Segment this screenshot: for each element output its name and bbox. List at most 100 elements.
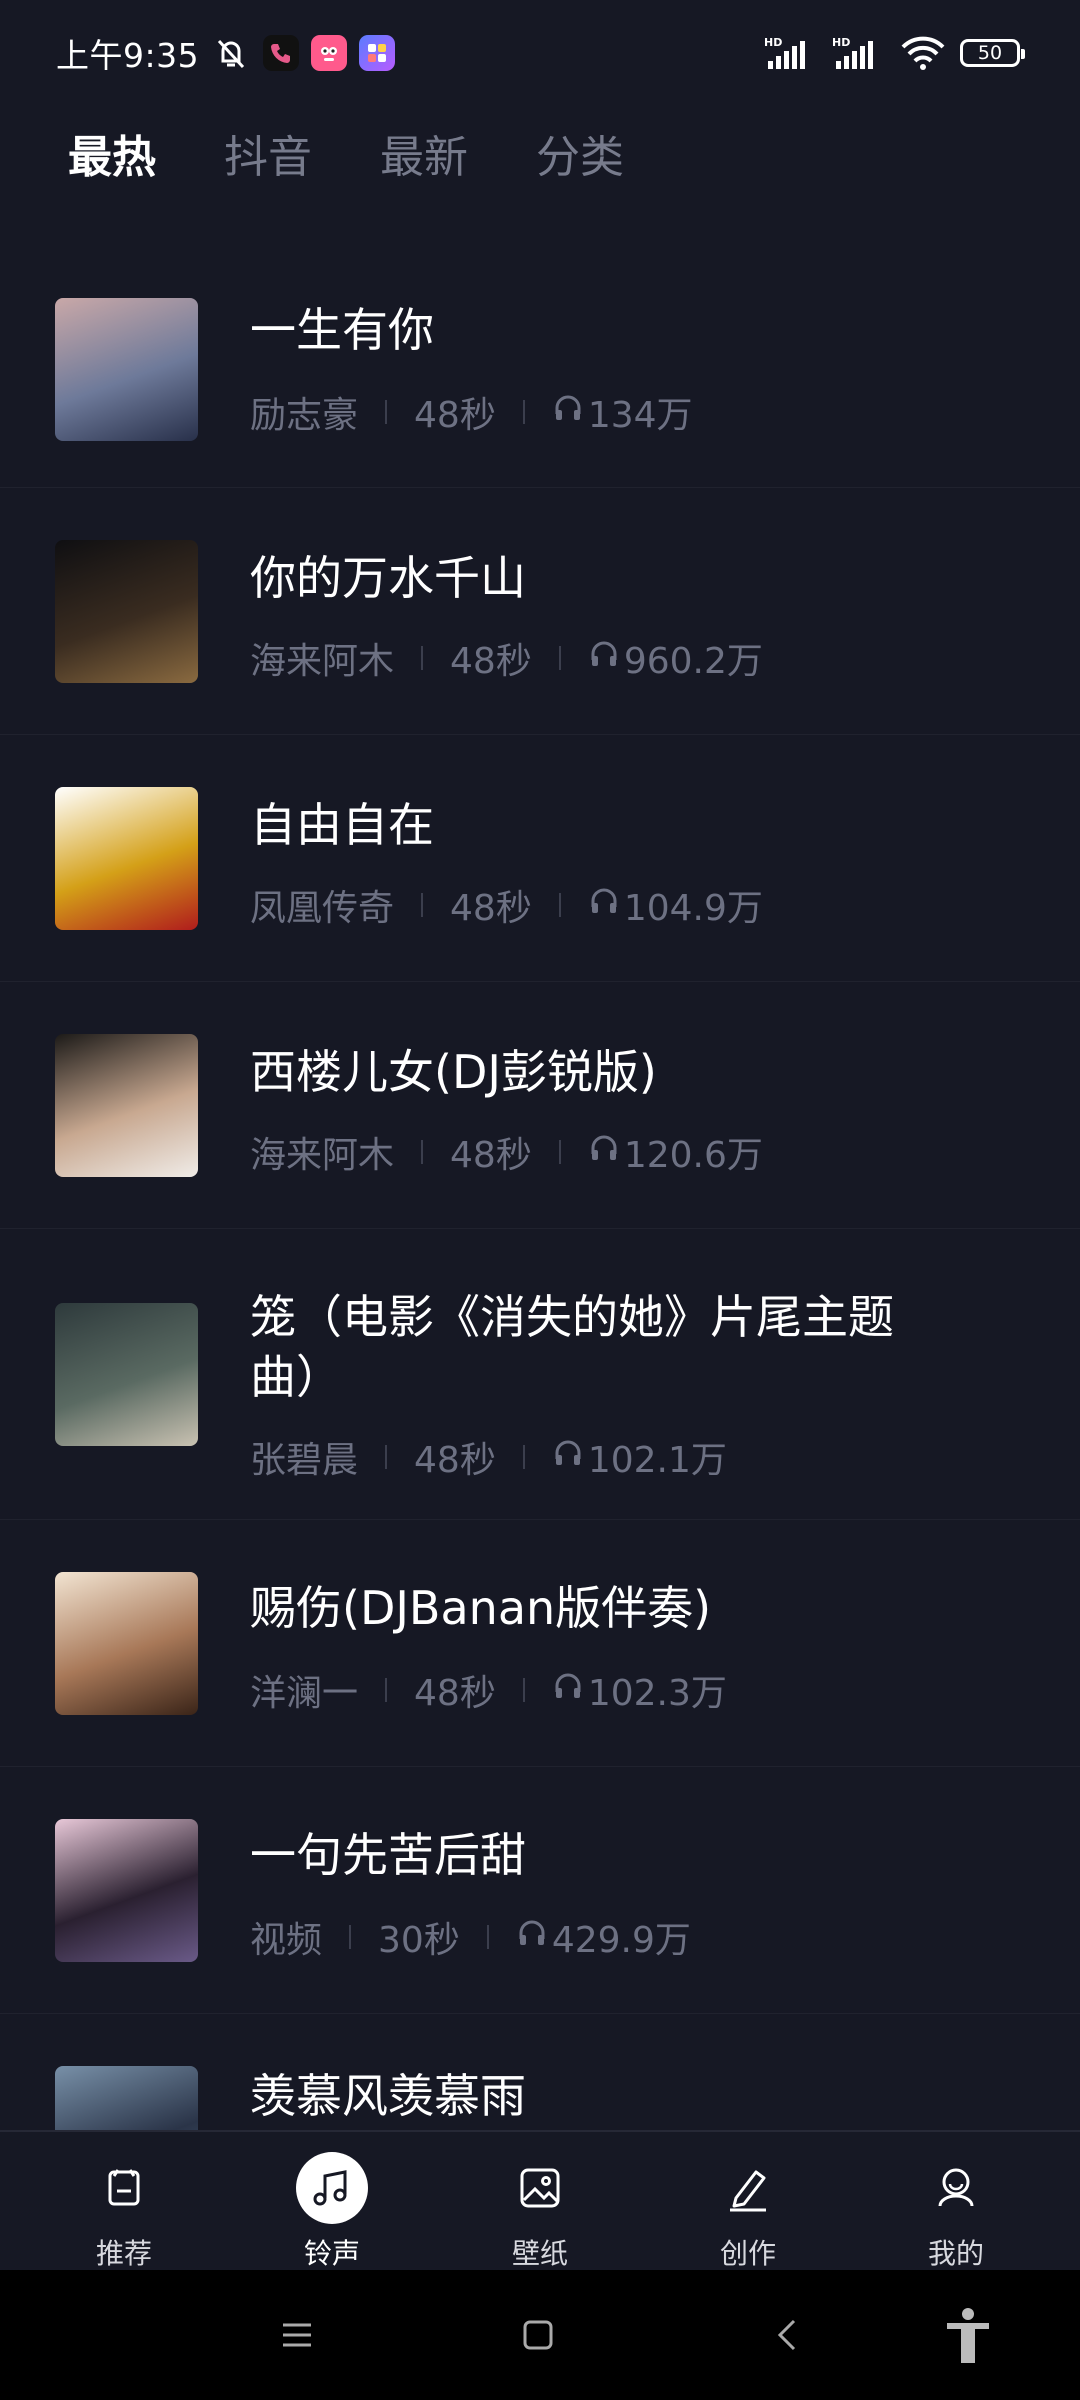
hd-signal-icon: HD: [764, 35, 818, 71]
play-count: 102.1万: [552, 1431, 727, 1483]
list-item[interactable]: 赐伤(DJBanan版伴奏) 洋澜一 48秒 102.3万: [0, 1520, 1080, 1767]
song-title: 笼（电影《消失的她》片尾主题曲）: [250, 1290, 894, 1404]
song-duration: 48秒: [450, 888, 532, 929]
headphones-icon: [588, 638, 620, 679]
play-count-value: 120.6万: [623, 1135, 763, 1176]
song-duration: 48秒: [450, 641, 532, 682]
song-meta: 海来阿木 48秒 960.2万: [250, 632, 763, 684]
play-count-value: 102.1万: [587, 1440, 727, 1481]
headphones-icon: [588, 1132, 620, 1173]
nav-label: 我的: [927, 2237, 984, 2270]
play-count: 960.2万: [588, 632, 763, 684]
list-item[interactable]: 羡慕风羡慕雨: [0, 2014, 1080, 2130]
song-cover: [55, 1303, 198, 1446]
hd-signal-icon: HD: [832, 35, 886, 71]
song-artist: 海来阿木: [250, 1135, 395, 1176]
song-meta: 励志豪 48秒 134万: [250, 386, 693, 438]
meta-divider: [421, 646, 424, 670]
song-meta: 张碧晨 48秒 102.1万: [250, 1431, 727, 1483]
status-right: HD HD 50: [764, 35, 1025, 71]
song-title: 你的万水千山: [250, 551, 526, 605]
song-title: 自由自在: [250, 798, 434, 852]
play-count: 104.9万: [588, 879, 763, 931]
meta-divider: [385, 1445, 388, 1469]
play-count-value: 104.9万: [623, 888, 763, 929]
song-duration: 30秒: [378, 1920, 460, 1961]
headphones-icon: [552, 1437, 584, 1478]
list-item[interactable]: 你的万水千山 海来阿木 48秒 960.2万: [0, 488, 1080, 735]
tab-douyin[interactable]: 抖音: [224, 121, 312, 185]
play-count: 120.6万: [588, 1126, 763, 1178]
meta-divider: [385, 1678, 388, 1702]
song-cover: [55, 1572, 198, 1715]
list-item[interactable]: 西楼儿女(DJ彭锐版) 海来阿木 48秒 120.6万: [0, 982, 1080, 1229]
song-cover: [55, 540, 198, 683]
song-meta: 洋澜一 48秒 102.3万: [250, 1664, 727, 1716]
song-title: 一句先苦后甜: [250, 1828, 526, 1882]
play-count-value: 134万: [587, 395, 693, 436]
list-item[interactable]: 笼（电影《消失的她》片尾主题曲） 张碧晨 48秒 102.1万: [0, 1229, 1080, 1520]
play-count-value: 102.3万: [587, 1673, 727, 1714]
meta-divider: [558, 893, 561, 917]
song-duration: 48秒: [414, 1673, 496, 1714]
tab-hottest[interactable]: 最热: [68, 121, 156, 185]
category-tabs: 最热 抖音 最新 分类: [0, 115, 624, 190]
song-artist: 凤凰传奇: [250, 888, 395, 929]
meta-divider: [349, 1925, 352, 1949]
song-artist: 励志豪: [250, 395, 359, 436]
headphones-icon: [516, 1917, 548, 1958]
phone-app-icon: [263, 34, 300, 71]
nav-ringtone[interactable]: 铃声: [252, 2132, 412, 2272]
song-title: 西楼儿女(DJ彭锐版): [250, 1045, 657, 1099]
nav-recommend[interactable]: 推荐: [44, 2132, 204, 2272]
bottom-nav: 推荐 铃声 壁纸 创作 我的: [0, 2130, 1080, 2270]
headphones-icon: [552, 1670, 584, 1711]
song-duration: 48秒: [414, 1440, 496, 1481]
meta-divider: [558, 646, 561, 670]
song-title: 一生有你: [250, 303, 434, 357]
list-item[interactable]: 一生有你 励志豪 48秒 134万: [0, 220, 1080, 488]
status-left: 上午9:35: [56, 29, 396, 77]
song-cover: [55, 787, 198, 930]
tab-newest[interactable]: 最新: [380, 121, 468, 185]
list-item[interactable]: 一句先苦后甜 视频 30秒 429.9万: [0, 1767, 1080, 2014]
song-artist: 视频: [250, 1920, 323, 1961]
wifi-icon: [900, 35, 946, 71]
status-bar: 上午9:35 HD HD 50: [0, 0, 1080, 105]
list-item[interactable]: 自由自在 凤凰传奇 48秒 104.9万: [0, 735, 1080, 982]
song-cover: [55, 1819, 198, 1962]
song-artist: 张碧晨: [250, 1440, 359, 1481]
nav-label: 推荐: [95, 2237, 152, 2270]
widget-app-icon: [359, 34, 396, 71]
svg-text:HD: HD: [764, 36, 782, 49]
nav-profile[interactable]: 我的: [876, 2132, 1036, 2272]
system-nav-bar: [0, 2270, 1080, 2400]
song-meta: 视频 30秒 429.9万: [250, 1911, 691, 1963]
play-count-value: 960.2万: [623, 641, 763, 682]
meta-divider: [558, 1140, 561, 1164]
meta-divider: [385, 400, 388, 424]
headphones-icon: [552, 392, 584, 433]
home-icon[interactable]: [488, 2270, 588, 2400]
music-note-icon: [296, 2152, 368, 2224]
song-cover: [55, 298, 198, 441]
meta-divider: [486, 1925, 489, 1949]
song-artist: 洋澜一: [250, 1673, 359, 1714]
meta-divider: [421, 893, 424, 917]
back-icon[interactable]: [738, 2270, 838, 2400]
wallpaper-icon: [504, 2152, 576, 2224]
headphones-icon: [588, 885, 620, 926]
battery-icon: 50: [960, 38, 1025, 67]
meta-divider: [522, 1445, 525, 1469]
song-duration: 48秒: [414, 395, 496, 436]
menu-icon[interactable]: [247, 2270, 347, 2400]
song-artist: 海来阿木: [250, 641, 395, 682]
recommend-icon: [88, 2152, 160, 2224]
nav-wallpaper[interactable]: 壁纸: [460, 2132, 620, 2272]
pen-icon: [712, 2152, 784, 2224]
profile-icon: [920, 2152, 992, 2224]
tab-category[interactable]: 分类: [536, 121, 624, 185]
accessibility-icon[interactable]: [918, 2270, 1018, 2400]
nav-create[interactable]: 创作: [668, 2132, 828, 2272]
song-cover: [55, 1034, 198, 1177]
